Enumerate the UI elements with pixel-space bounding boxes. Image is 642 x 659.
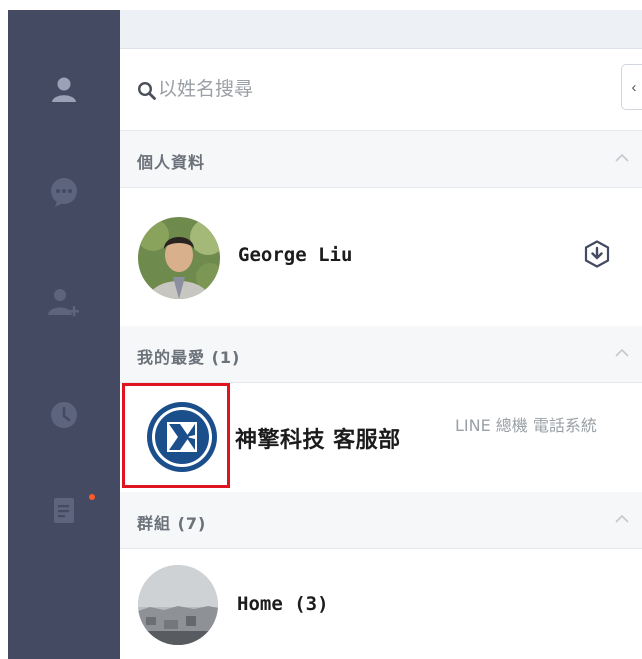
- add-friend-tab[interactable]: [8, 281, 120, 325]
- favorite-contact-row[interactable]: 神擎科技 客服部 LINE 總機 電話系統: [120, 383, 642, 491]
- section-title: 我的最愛 (1): [137, 348, 241, 367]
- chevron-up-icon: [615, 348, 629, 357]
- notes-icon: [54, 498, 74, 523]
- sidebar: [8, 10, 120, 659]
- section-title: 個人資料: [137, 153, 206, 172]
- chevron-left-icon: ‹: [631, 78, 637, 96]
- section-title: 群組 (7): [137, 514, 207, 533]
- section-header-profile[interactable]: 個人資料: [120, 131, 642, 188]
- top-bar: [120, 10, 642, 49]
- history-tab[interactable]: [8, 393, 120, 437]
- group-avatar: [138, 565, 218, 645]
- friends-icon: [52, 77, 76, 102]
- chevron-up-icon: [615, 514, 629, 523]
- group-name: Home (3): [237, 593, 329, 615]
- search-icon: [137, 81, 156, 100]
- notification-badge: [89, 494, 95, 500]
- search-input[interactable]: [158, 76, 578, 102]
- chat-icon: [51, 178, 77, 207]
- collapse-panel-button[interactable]: ‹: [621, 64, 642, 110]
- search-bar: ‹: [120, 49, 642, 131]
- chats-tab[interactable]: [8, 170, 120, 214]
- section-header-groups[interactable]: 群組 (7): [120, 492, 642, 549]
- add-friend-icon: [48, 289, 79, 317]
- section-header-favorites[interactable]: 我的最愛 (1): [120, 326, 642, 383]
- group-row[interactable]: Home (3): [120, 549, 642, 659]
- profile-row[interactable]: George Liu: [120, 188, 642, 325]
- line-contacts-window: ‹ 個人資料 George Liu: [0, 0, 642, 659]
- download-icon[interactable]: [584, 240, 610, 268]
- notes-tab[interactable]: [8, 488, 120, 532]
- clock-icon: [51, 402, 77, 428]
- avatar: [138, 217, 220, 299]
- contact-avatar: [142, 397, 222, 477]
- contact-name: 神擎科技 客服部: [235, 428, 401, 453]
- profile-name: George Liu: [238, 244, 353, 266]
- friends-tab[interactable]: [8, 68, 120, 112]
- chevron-up-icon: [615, 153, 629, 162]
- contact-status: LINE 總機 電話系統: [455, 416, 597, 435]
